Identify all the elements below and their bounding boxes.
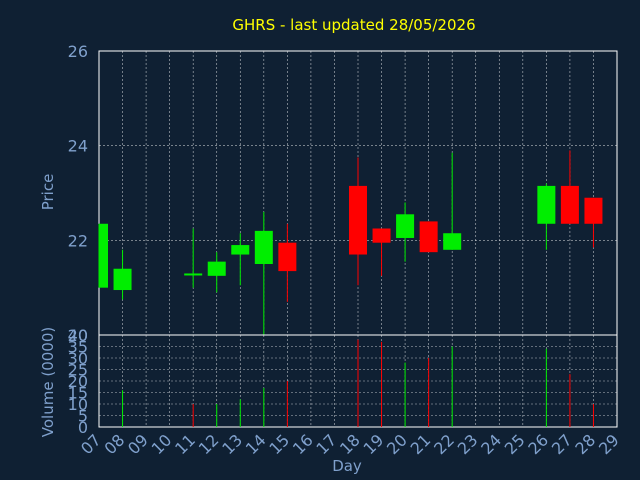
x-tick-label: 29	[595, 430, 623, 458]
candle-body	[560, 185, 579, 224]
candle-body	[254, 230, 273, 264]
candle-body	[349, 185, 367, 255]
x-axis-label: Day	[332, 457, 362, 475]
candle-body	[184, 273, 203, 276]
price-tick-label: 22	[68, 231, 88, 250]
candle-body	[419, 221, 438, 253]
candle-body	[443, 233, 462, 250]
candle-body	[396, 214, 415, 238]
candle-body	[113, 268, 132, 291]
candle-body	[231, 245, 250, 255]
chart-title: GHRS - last updated 28/05/2026	[232, 16, 475, 34]
volume-axis-label: Volume (0000)	[39, 327, 57, 437]
price-panel: 20222426	[68, 42, 618, 345]
candle-body	[537, 185, 556, 224]
candle-body	[278, 242, 297, 272]
candle-body	[207, 261, 226, 276]
price-axis-label: Price	[39, 174, 57, 211]
price-tick-label: 24	[68, 137, 88, 156]
volume-tick-label: 40	[68, 326, 88, 345]
candle-body	[99, 223, 108, 288]
candle-body	[372, 228, 391, 243]
stock-chart: GHRS - last updated 28/05/2026 20222426 …	[39, 16, 623, 475]
candle-body	[584, 197, 603, 224]
price-tick-label: 26	[68, 42, 88, 61]
volume-panel: 0708091011121314151617181920212223242526…	[68, 326, 623, 458]
